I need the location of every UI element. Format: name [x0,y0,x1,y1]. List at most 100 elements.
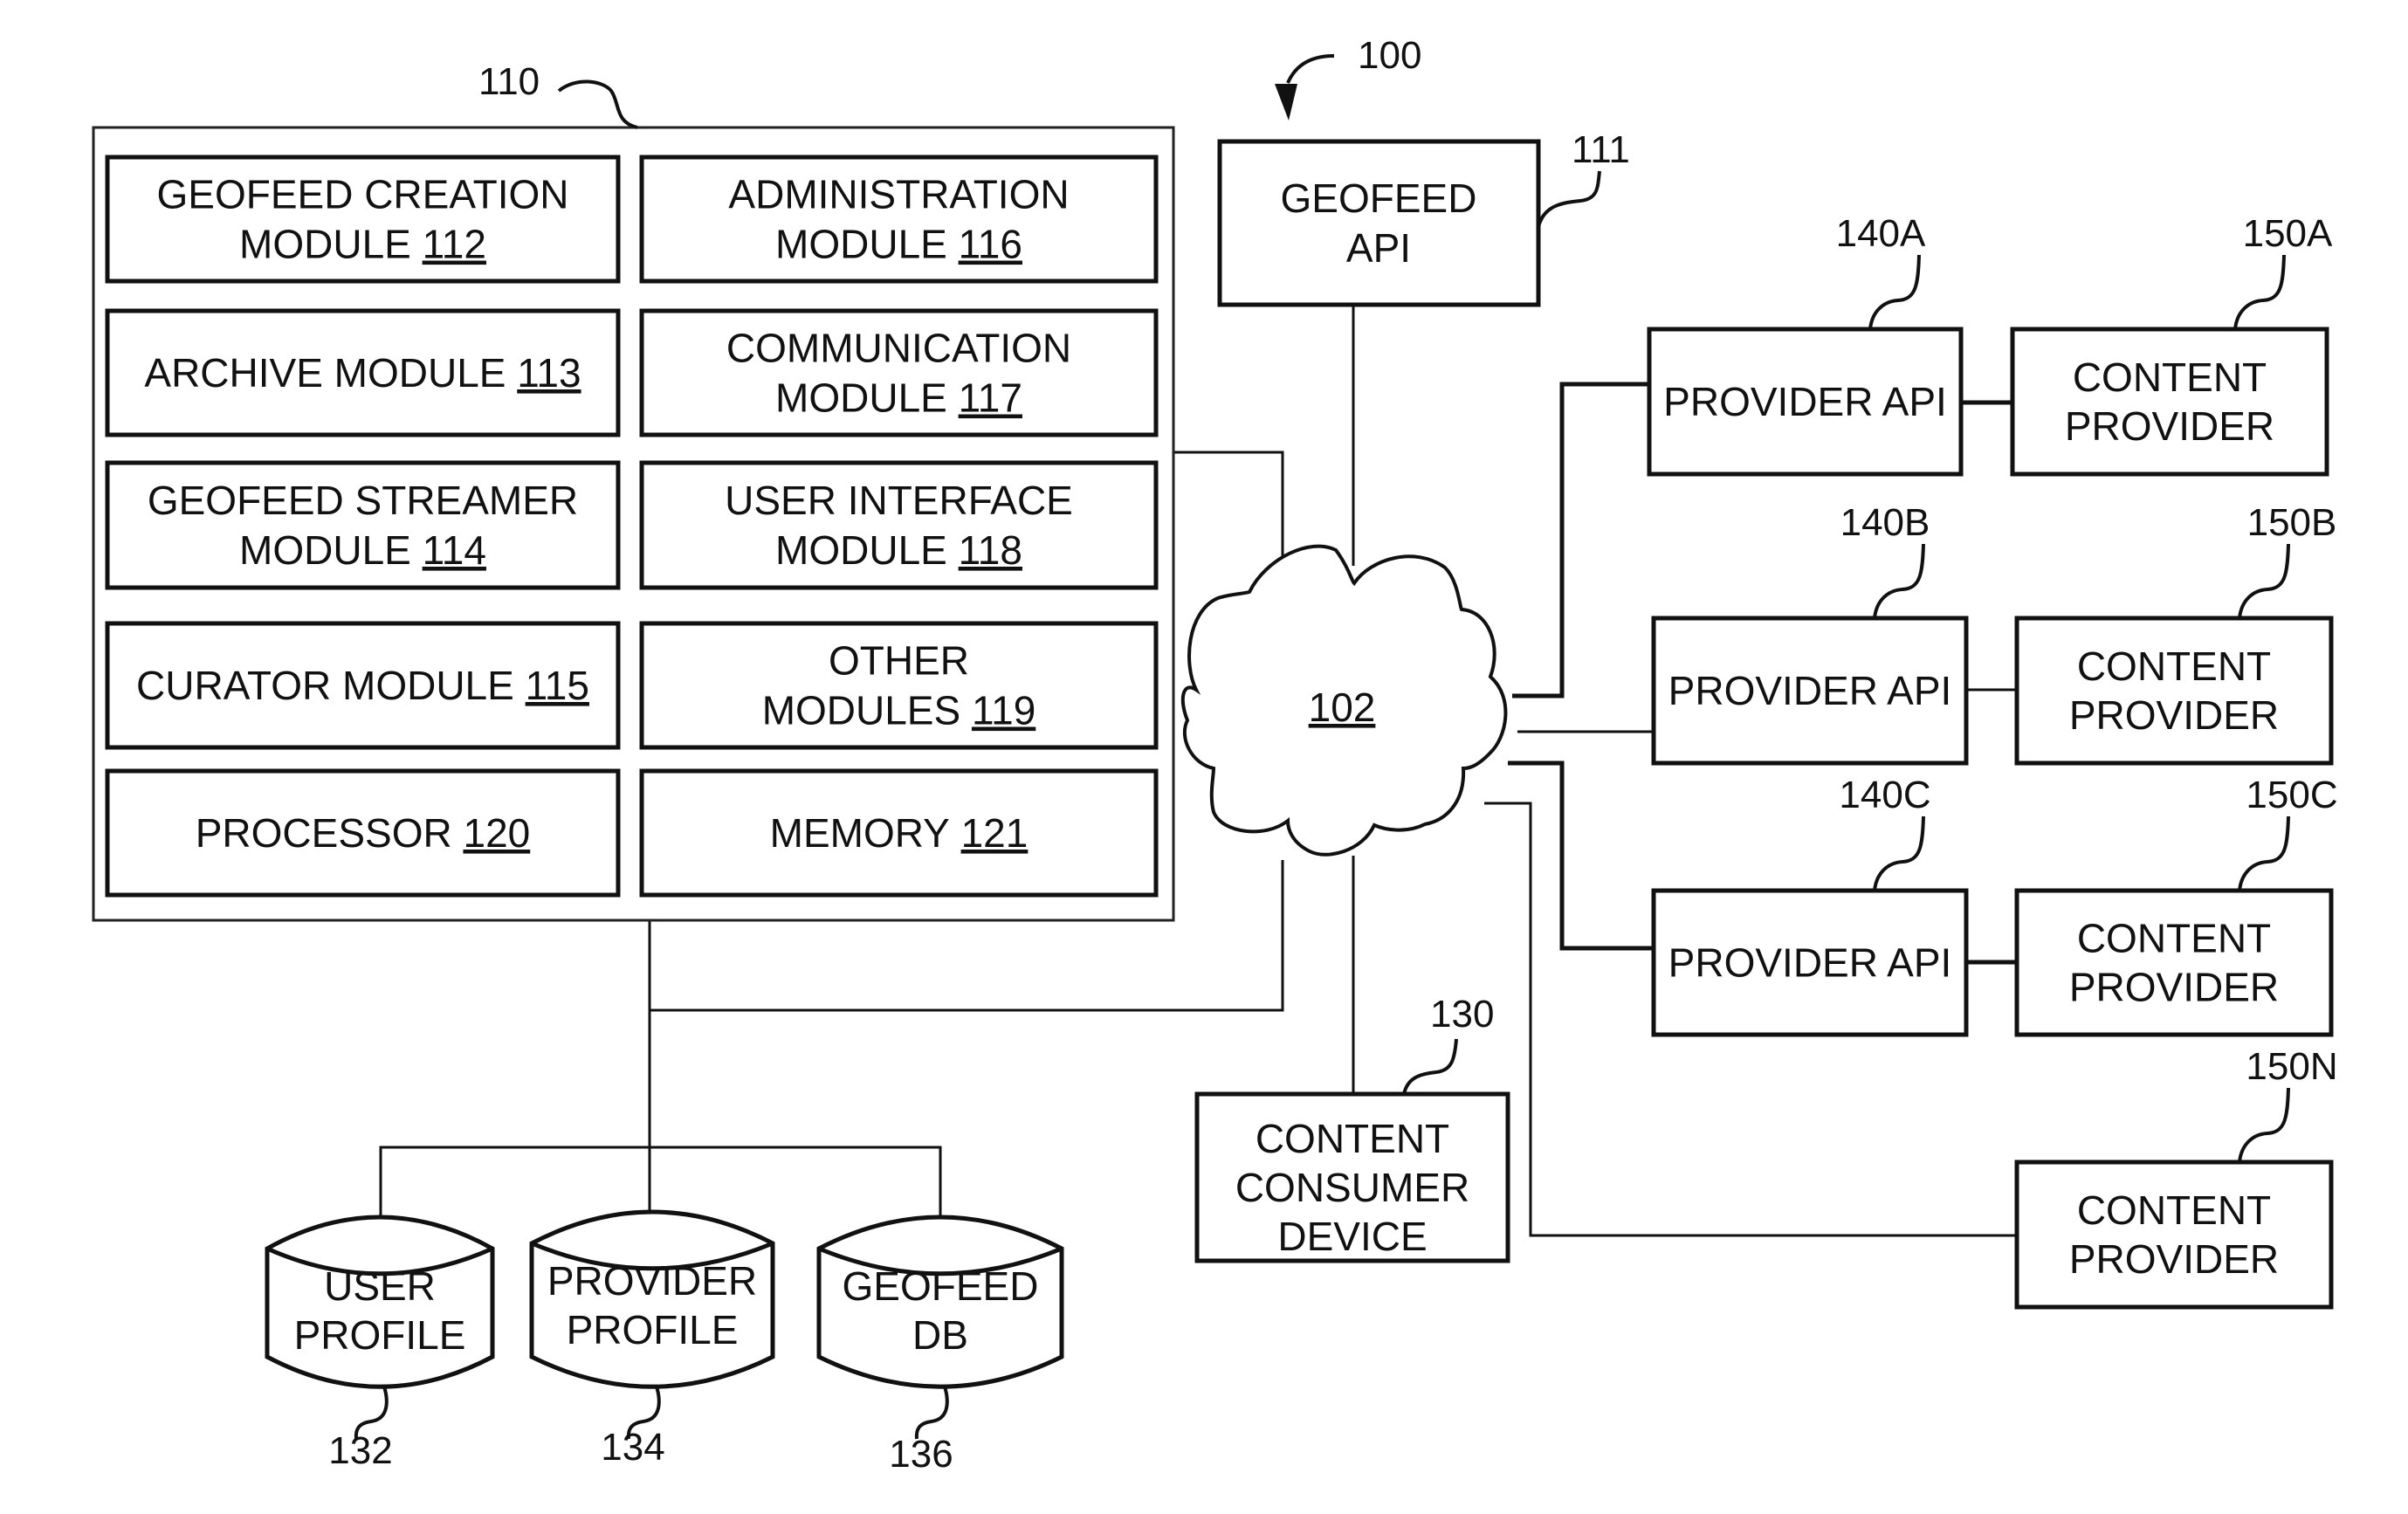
content-provider-ref: 150A [2243,212,2333,255]
content-provider-label: CONTENT [2077,916,2271,961]
provider-api-ref: 140C [1839,774,1930,816]
system-ref-arrow-head-icon [1275,84,1297,120]
content-provider-label: PROVIDER [2065,403,2274,449]
consumer-device-label-1: CONTENT [1256,1116,1449,1161]
module-label: PROCESSOR 120 [196,810,530,856]
module-ref-number: 119 [972,688,1035,733]
module-label-space [947,222,959,267]
module-label-space [950,810,961,856]
content-provider-label: PROVIDER [2069,692,2279,738]
module-117: COMMUNICATIONMODULE 117 [639,308,1159,437]
database-ref: 134 [601,1426,664,1469]
module-114: GEOFEED STREAMERMODULE 114 [105,460,621,590]
content-provider-label: PROVIDER [2069,1236,2279,1282]
module-115: CURATOR MODULE 115 [105,621,621,750]
module-label: CURATOR MODULE 115 [136,663,589,708]
module-ref-number: 120 [463,810,530,856]
geofeed-api-box [1217,139,1541,307]
module-label-space [506,350,517,396]
database-134: PROVIDERPROFILE 134 [529,1209,775,1469]
module-label: MODULE 117 [775,375,1022,421]
module-ref-number: 121 [961,810,1029,856]
module-label-space [947,375,959,421]
provider-api-140C: PROVIDER API 140C [1651,774,1969,1037]
providers: PROVIDER API140APROVIDER API140BPROVIDER… [1647,212,2338,1310]
provider-api-140B: PROVIDER API 140B [1651,501,1969,766]
provider-api-leader [1873,543,1925,619]
database-ref: 132 [328,1429,392,1472]
module-label-space [452,810,464,856]
module-label: MEMORY 121 [770,810,1029,856]
database-ref: 136 [889,1433,953,1476]
geofeed-api-label-2: API [1346,225,1411,271]
module-label-text: PROCESSOR [196,810,452,856]
module-label: OTHER [829,638,969,684]
module-ref-number: 117 [959,375,1022,421]
content-provider-150N: CONTENTPROVIDER 150N [2014,1045,2338,1310]
module-label: MODULE 118 [775,527,1022,573]
system-ref: 100 [1358,34,1421,77]
provider-api-leader [1873,815,1925,891]
module-label: COMMUNICATION [726,326,1071,371]
module-label-text: MEMORY [770,810,950,856]
module-label-text: MODULES [762,688,960,733]
consumer-device-label-3: DEVICE [1277,1214,1427,1259]
network-ref: 102 [1309,685,1376,730]
module-label: ADMINISTRATION [728,172,1069,217]
server-ref: 110 [478,60,540,103]
consumer-device-ref: 130 [1430,993,1494,1036]
provider-api-label: PROVIDER API [1668,940,1952,986]
module-label: USER INTERFACE [725,478,1073,523]
database-leader [914,1386,949,1440]
module-label: MODULE 114 [239,527,486,573]
module-119: OTHERMODULES 119 [639,621,1159,750]
wire-server-to-network [1173,451,1284,559]
content-provider-label: CONTENT [2073,354,2267,400]
module-label: GEOFEED CREATION [157,172,569,217]
system-diagram: 110 GEOFEED CREATION MODULE 112 ADMINISTRA… [92,34,2338,1476]
databases: USERPROFILE132PROVIDERPROFILE134GEOFEEDD… [265,1209,1064,1476]
module-121: MEMORY 121 [639,768,1159,898]
system-ref-arrow-stem [1286,54,1335,84]
module-ref-number: 112 [423,222,486,267]
module-label: MODULE 112 [239,222,486,267]
module-label-text: MODULE [775,222,947,267]
provider-api-ref: 140A [1836,212,1926,255]
content-provider-ref: 150C [2246,774,2337,816]
module-ref-number: 115 [526,663,589,708]
geofeed-api-label-1: GEOFEED [1281,175,1477,221]
module-label: MODULE 116 [775,222,1022,267]
module-label-text: MODULE [775,527,947,573]
module-ref-number: 118 [959,527,1022,573]
module-label-text: MODULE [239,527,411,573]
network-cloud: 102 [1180,544,1508,857]
geofeed-api-ref: 111 [1572,128,1630,171]
module-112: GEOFEED CREATION MODULE 112 [105,155,621,284]
module-ref-number: 113 [517,350,581,396]
content-provider-150C: CONTENTPROVIDER 150C [2014,774,2338,1037]
database-label: USER [324,1263,436,1309]
content-provider-ref: 150N [2246,1045,2337,1088]
module-label-text: CURATOR MODULE [136,663,514,708]
content-provider-box [2014,1160,2334,1310]
content-provider-box [2014,888,2334,1037]
content-provider-leader [2238,1087,2290,1163]
content-provider-leader [2238,543,2290,619]
database-136: GEOFEEDDB 136 [816,1215,1064,1476]
module-label-text: MODULE [775,375,947,421]
geofeed-api-leader [1537,170,1601,228]
database-label: DB [912,1312,968,1358]
database-label: PROFILE [567,1307,739,1352]
module-label-space [960,688,972,733]
database-label: PROFILE [294,1312,466,1358]
content-provider-ref: 150B [2247,501,2337,544]
module-ref-number: 114 [423,527,486,573]
database-label: GEOFEED [843,1263,1039,1309]
content-provider-leader [2233,254,2286,330]
module-label: ARCHIVE MODULE 113 [144,350,581,396]
content-provider-150B: CONTENTPROVIDER 150B [2014,501,2337,766]
wire-network-to-provider-a [1512,382,1649,699]
provider-api-label: PROVIDER API [1663,379,1947,424]
wire-db-bus [379,1146,942,1221]
consumer-device-label-2: CONSUMER [1235,1165,1469,1210]
